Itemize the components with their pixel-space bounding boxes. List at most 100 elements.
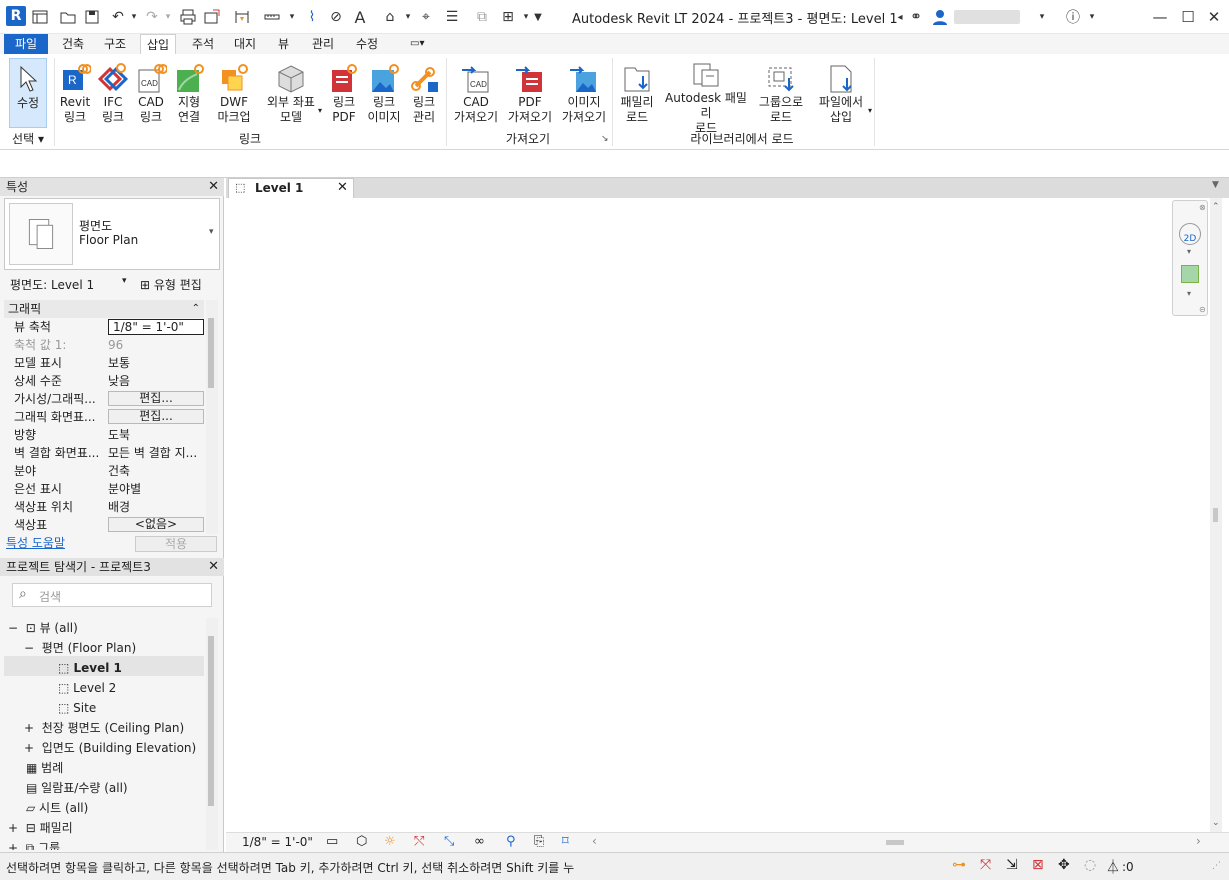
coordination-model-button[interactable]: 외부 좌표 모델 (262, 58, 320, 130)
shadows-icon[interactable]: ⤲ (414, 834, 424, 849)
background-processes-icon[interactable]: ◌ (1084, 857, 1096, 873)
prop-value[interactable]: 보통 (108, 354, 204, 372)
tree-item-site[interactable]: ⬚ Site (58, 698, 96, 718)
apply-button[interactable]: 적용 (135, 536, 217, 552)
select-group-dropdown[interactable]: 선택 ▾ (6, 130, 50, 148)
switch-windows-icon[interactable]: ⊞ (498, 7, 518, 27)
canvas-vertical-scrollbar[interactable]: ⌃ ⌄ (1210, 198, 1222, 832)
select-by-face-icon[interactable]: ⊠ (1032, 857, 1044, 873)
close-button[interactable]: ✕ (1200, 6, 1228, 28)
sun-path-icon[interactable]: ☼ (384, 834, 396, 849)
sync-icon[interactable] (202, 7, 222, 27)
import-image-button[interactable]: 이미지 가져오기 (558, 58, 610, 130)
tree-item-level-2[interactable]: ⬚ Level 2 (58, 678, 116, 698)
3d-view-icon[interactable]: ⌂ (380, 7, 400, 27)
tree-node-elevations[interactable]: + 입면도 (Building Elevation) (24, 738, 196, 758)
tree-node-floor-plans[interactable]: − 평면 (Floor Plan) (24, 638, 136, 658)
properties-scrollbar[interactable] (206, 300, 218, 534)
tab-site[interactable]: 대지 (228, 34, 262, 54)
type-dropdown-icon[interactable]: ▾ (209, 227, 214, 237)
wheel-dropdown-icon[interactable]: ▾ (1187, 247, 1191, 256)
open-icon[interactable] (58, 7, 78, 27)
prop-value[interactable]: 낮음 (108, 372, 204, 390)
insert-from-file-button[interactable]: 파일에서 삽입 (812, 58, 870, 130)
collapse-section-icon[interactable]: ⌃ (192, 300, 200, 318)
tree-node-families[interactable]: + ⊟ 패밀리 (8, 818, 73, 838)
dwf-markup-button[interactable]: DWF 마크업 (212, 58, 256, 130)
ribbon-minimize-icon[interactable]: ▭▾ (404, 34, 430, 54)
user-dropdown-icon[interactable]: ▾ (1032, 7, 1052, 27)
tab-view[interactable]: 뷰 (272, 34, 295, 54)
tab-architecture[interactable]: 건축 (56, 34, 90, 54)
align-icon[interactable]: ⌇ (302, 7, 322, 27)
tab-structure[interactable]: 구조 (98, 34, 132, 54)
3d-dropdown-icon[interactable]: ▾ (398, 7, 418, 27)
zoom-dropdown-icon[interactable]: ▾ (1187, 289, 1191, 298)
import-pdf-button[interactable]: PDF 가져오기 (504, 58, 556, 130)
home-icon[interactable] (30, 7, 50, 27)
filter-icon[interactable]: ⏃ (1106, 857, 1120, 877)
type-selector[interactable]: 평면도 Floor Plan ▾ (4, 198, 220, 270)
h-scroll-left-icon[interactable]: ‹ (592, 834, 597, 848)
tab-menu-icon[interactable]: ▼ (1212, 180, 1219, 190)
prop-value[interactable]: 건축 (108, 462, 204, 480)
detail-level-icon[interactable]: ▭ (326, 834, 338, 849)
select-underlay-icon[interactable]: ⤧ (980, 857, 991, 873)
redo-dropdown-icon[interactable]: ▾ (158, 7, 178, 27)
tab-level-1[interactable]: ⬚ Level 1 ✕ (228, 178, 354, 198)
reveal-hidden-icon[interactable]: ⎘ (534, 834, 544, 849)
prop-value[interactable]: 분야별 (108, 480, 204, 498)
drawing-canvas[interactable] (226, 198, 1210, 832)
load-autodesk-family-button[interactable]: Autodesk 패밀리 로드 (660, 58, 752, 135)
manage-links-button[interactable]: 링크 관리 (406, 58, 442, 130)
save-icon[interactable] (82, 7, 102, 27)
visual-style-icon[interactable]: ⬡ (356, 834, 367, 849)
prop-value[interactable]: 도북 (108, 426, 204, 444)
load-as-group-button[interactable]: 그룹으로 로드 (754, 58, 808, 130)
tab-modify[interactable]: 수정 (350, 34, 384, 54)
scroll-up-icon[interactable]: ⌃ (1212, 202, 1220, 212)
steering-wheel-icon[interactable]: 2D (1179, 223, 1201, 245)
tree-node-schedules[interactable]: ▤ 일람표/수량 (all) (26, 778, 128, 798)
properties-help-link[interactable]: 특성 도움말 (6, 534, 65, 551)
tag-icon[interactable]: ⊘ (326, 7, 346, 27)
minimize-button[interactable]: — (1146, 6, 1174, 28)
scroll-thumb[interactable] (208, 318, 214, 388)
tree-node-groups[interactable]: + ⧉ 그룹 (8, 838, 60, 850)
instance-dropdown-icon[interactable]: ▾ (122, 276, 127, 286)
prop-value[interactable]: 모든 벽 결합 지... (108, 444, 204, 462)
coordination-dropdown-icon[interactable]: ▾ (318, 106, 322, 115)
drag-elements-icon[interactable]: ✥ (1058, 857, 1070, 873)
user-icon[interactable] (930, 7, 950, 27)
tab-insert[interactable]: 삽입 (140, 34, 177, 54)
thin-lines-icon[interactable]: ☰ (442, 7, 462, 27)
tree-node-ceiling-plans[interactable]: + 천장 평면도 (Ceiling Plan) (24, 718, 184, 738)
browser-search-input[interactable]: ⌕ 검색 (12, 583, 212, 607)
section-icon[interactable]: ⌖ (416, 7, 436, 27)
tab-file[interactable]: 파일 (4, 34, 48, 54)
tree-node-views[interactable]: − ⊡ 뷰 (all) (8, 618, 78, 638)
h-scroll-thumb[interactable] (886, 840, 904, 845)
close-navbar-icon[interactable]: ⊗ (1199, 203, 1206, 212)
show-crop-icon[interactable]: ∞ (474, 834, 485, 849)
prop-value[interactable]: 배경 (108, 498, 204, 516)
customize-qat-icon[interactable]: ▼ (528, 7, 548, 27)
vg-edit-button[interactable]: 편집... (108, 391, 204, 406)
crop-view-icon[interactable]: ⤡ (444, 834, 454, 849)
close-view-tab-icon[interactable]: ✕ (337, 180, 348, 195)
instance-selector[interactable]: 평면도: Level 1 (10, 276, 132, 293)
tab-manage[interactable]: 관리 (306, 34, 340, 54)
text-icon[interactable]: A (350, 7, 370, 27)
print-icon[interactable] (178, 7, 198, 27)
tree-item-level-1[interactable]: ⬚ Level 1 (58, 658, 122, 678)
navbar-options-icon[interactable]: ⊝ (1199, 305, 1206, 314)
undo-dropdown-icon[interactable]: ▾ (124, 7, 144, 27)
analytical-model-icon[interactable]: ⌑ (562, 834, 569, 849)
h-scroll-right-icon[interactable]: › (1196, 834, 1201, 848)
tree-node-legends[interactable]: ▦ 범례 (26, 758, 63, 778)
revit-logo[interactable]: R (6, 6, 26, 26)
topography-link-button[interactable]: 지형 연결 (170, 58, 208, 130)
insert-dropdown-icon[interactable]: ▾ (868, 106, 872, 115)
binoculars-icon[interactable]: ⚭ (906, 7, 926, 27)
tab-annotate[interactable]: 주석 (186, 34, 220, 54)
